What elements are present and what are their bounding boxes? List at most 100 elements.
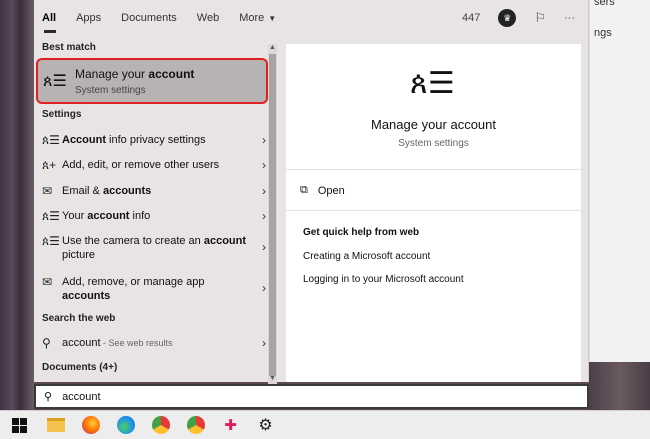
chrome-icon[interactable]: [143, 411, 178, 439]
text: info: [129, 210, 151, 222]
text: picture: [62, 249, 96, 261]
search-icon: ⚲: [44, 391, 53, 403]
list-item-label: Add, remove, or manage app accounts: [62, 275, 252, 303]
bold-text: accounts: [102, 185, 152, 197]
help-link[interactable]: Creating a Microsoft account: [303, 251, 430, 262]
list-item-your-info[interactable]: ጰ☰ Your account info ›: [34, 209, 268, 224]
divider: [286, 210, 581, 211]
best-match-title: Manage your account: [75, 67, 194, 81]
best-match-heading: Best match: [42, 42, 96, 53]
chevron-right-icon: ›: [262, 133, 266, 147]
search-input-value: account: [62, 390, 101, 403]
open-action[interactable]: ⧉ Open: [300, 184, 345, 197]
tab-label: Documents: [121, 12, 177, 24]
list-item-label: Account info privacy settings: [62, 133, 252, 147]
text: - See web results: [100, 338, 173, 348]
list-item-label: account - See web results: [62, 336, 252, 350]
account-settings-icon: ጰ☰: [410, 67, 455, 100]
tab-label: More: [239, 12, 265, 24]
account-info-icon: ጰ☰: [42, 133, 60, 147]
tab-more[interactable]: More ▼: [229, 0, 286, 36]
list-item-app-accounts[interactable]: ✉ Add, remove, or manage app accounts ›: [34, 275, 268, 303]
best-match-result[interactable]: ጰ☰ Manage your account System settings: [36, 58, 268, 104]
firefox-icon[interactable]: [73, 411, 108, 439]
tab-label: Apps: [76, 12, 102, 24]
scroll-up-icon[interactable]: ▲: [269, 44, 276, 51]
help-link[interactable]: Logging in to your Microsoft account: [303, 274, 464, 285]
detail-pane: ጰ☰ Manage your account System settings ⧉…: [286, 44, 581, 382]
web-heading: Search the web: [42, 313, 116, 324]
add-users-icon: ጰ+: [42, 158, 57, 172]
tab-web[interactable]: Web: [187, 0, 229, 36]
background-settings-window: sers ngs: [589, 0, 650, 362]
list-item-email-accounts[interactable]: ✉ Email & accounts ›: [34, 184, 268, 198]
scroll-down-icon[interactable]: ▼: [269, 375, 276, 382]
list-item-label: Add, edit, or remove other users: [62, 159, 220, 171]
list-item-label: Use the camera to create an account pict…: [62, 234, 252, 262]
bold-text: account: [203, 235, 247, 247]
slack-icon[interactable]: ✚: [213, 411, 248, 439]
divider: [286, 169, 581, 170]
background-text-fragment: ngs: [594, 27, 612, 39]
chevron-right-icon: ›: [262, 184, 266, 198]
list-item-account-privacy[interactable]: ጰ☰ Account info privacy settings ›: [34, 133, 268, 148]
detail-title: Manage your account: [370, 117, 497, 132]
tab-label: Web: [196, 12, 220, 24]
chevron-down-icon: ▼: [268, 13, 277, 23]
tab-documents[interactable]: Documents: [111, 0, 187, 36]
chevron-right-icon: ›: [262, 158, 266, 172]
list-item-other-users[interactable]: ጰ+ Add, edit, or remove other users ›: [34, 158, 268, 173]
text: Your: [62, 210, 88, 222]
account-info-icon: ጰ☰: [42, 209, 60, 223]
best-match-subtitle: System settings: [75, 85, 146, 96]
chevron-right-icon: ›: [262, 240, 266, 254]
rewards-trophy-icon[interactable]: ♛: [498, 9, 517, 27]
bold-text: Account: [62, 134, 106, 146]
account-info-icon: ጰ☰: [42, 234, 60, 248]
text: Add, remove, or manage app: [62, 276, 205, 288]
file-explorer-icon[interactable]: [38, 411, 73, 439]
feedback-icon[interactable]: ⚐: [534, 10, 546, 26]
text: account: [62, 337, 101, 349]
list-item-label: Email & accounts: [62, 184, 252, 198]
background-text-fragment: sers: [594, 0, 615, 8]
help-heading: Get quick help from web: [303, 227, 420, 238]
chevron-right-icon: ›: [262, 281, 266, 295]
bold-text: accounts: [62, 290, 111, 302]
more-options-icon[interactable]: ···: [564, 12, 575, 24]
chrome-alt-icon[interactable]: [178, 411, 213, 439]
tab-label: All: [42, 12, 57, 24]
email-icon: ✉: [42, 184, 53, 198]
account-settings-icon: ጰ☰: [43, 73, 67, 90]
edge-icon[interactable]: [108, 411, 143, 439]
chevron-right-icon: ›: [262, 209, 266, 223]
start-search-panel: All Apps Documents Web More ▼ 447 ♛ ⚐ ···…: [34, 0, 589, 384]
list-item-camera-picture[interactable]: ጰ☰ Use the camera to create an account p…: [34, 234, 268, 262]
open-label: Open: [317, 184, 345, 197]
detail-subtitle: System settings: [398, 138, 469, 149]
bold-text: account: [87, 210, 130, 222]
settings-gear-icon[interactable]: ⚙: [248, 411, 283, 439]
list-item-label: Your account info: [62, 209, 252, 223]
tab-all[interactable]: All: [34, 0, 66, 36]
desktop-wallpaper-left: [0, 0, 34, 410]
windows-start-icon[interactable]: [0, 411, 38, 439]
text: Email &: [62, 185, 103, 197]
text: Use the camera to create an: [62, 235, 204, 247]
taskbar: ✚ ⚙: [0, 410, 650, 439]
list-item-web-search[interactable]: ⚲ account - See web results ›: [34, 336, 268, 350]
title-bold-text: account: [148, 67, 195, 81]
email-icon: ✉: [42, 275, 53, 289]
results-scrollbar[interactable]: ▲ ▼: [268, 44, 277, 384]
scrollbar-thumb[interactable]: [269, 54, 276, 376]
chevron-right-icon: ›: [262, 336, 266, 350]
rewards-points: 447: [461, 12, 481, 24]
text: info privacy settings: [106, 134, 206, 146]
results-list: Best match ጰ☰ Manage your account System…: [34, 36, 277, 382]
search-icon: ⚲: [42, 336, 51, 350]
settings-heading: Settings: [42, 109, 82, 120]
tab-apps[interactable]: Apps: [66, 0, 111, 36]
title-text: Manage your: [75, 67, 149, 81]
search-tabs-bar: All Apps Documents Web More ▼ 447 ♛ ⚐ ···: [34, 0, 589, 36]
search-input[interactable]: ⚲ account: [34, 384, 589, 409]
